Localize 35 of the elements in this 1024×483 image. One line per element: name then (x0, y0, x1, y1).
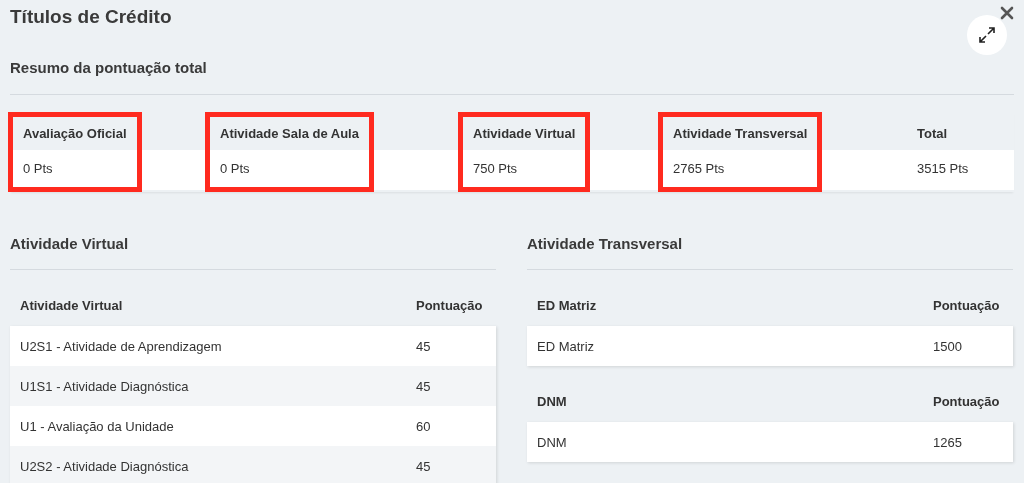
column-header: Atividade Sala de Aula (220, 124, 359, 143)
column-header: Pontuação (933, 393, 1001, 409)
table-cell-text: U2S1 - Atividade de Aprendizagem (20, 338, 223, 354)
close-icon[interactable] (1000, 6, 1014, 20)
table-cell-text: U1S1 - Atividade Diagnóstica (20, 378, 190, 394)
points-value: 0 Pts (23, 159, 54, 178)
column-header: Pontuação (933, 297, 1001, 313)
column-header: Atividade Transversal (673, 124, 808, 143)
column-header: DNM (537, 393, 568, 409)
table-cell-text: 1500 (933, 338, 963, 354)
table-cell-text: DNM (537, 434, 568, 450)
column-header: Atividade Virtual (473, 124, 576, 143)
table-cell-text: U2S2 - Atividade Diagnóstica (20, 458, 190, 474)
section-heading: Atividade Transversal (527, 235, 684, 254)
column-header: Avaliação Oficial (23, 124, 127, 143)
points-value: 750 Pts (473, 159, 519, 178)
table-cell-text: 45 (416, 338, 432, 354)
column-header: Atividade Virtual (20, 297, 124, 313)
table-cell-text: U1 - Avaliação da Unidade (20, 418, 175, 434)
dialog-title: Títulos de Crédito (9, 5, 172, 29)
table-cell-text: 45 (416, 458, 432, 474)
table-cell-text: 60 (416, 418, 432, 434)
expand-button[interactable] (967, 15, 1007, 55)
points-value: 3515 Pts (917, 159, 969, 178)
expand-icon (978, 26, 996, 44)
points-value: 0 Pts (220, 159, 251, 178)
column-header: Total (917, 124, 949, 143)
table-cell-text: ED Matriz (537, 338, 596, 354)
column-header: ED Matriz (537, 297, 598, 313)
section-heading: Atividade Virtual (10, 235, 130, 254)
points-value: 2765 Pts (673, 159, 726, 178)
section-heading: Resumo da pontuação total (10, 59, 207, 78)
table-cell-text: 1265 (933, 434, 963, 450)
column-header: Pontuação (416, 297, 484, 313)
table-cell-text: 45 (416, 378, 432, 394)
